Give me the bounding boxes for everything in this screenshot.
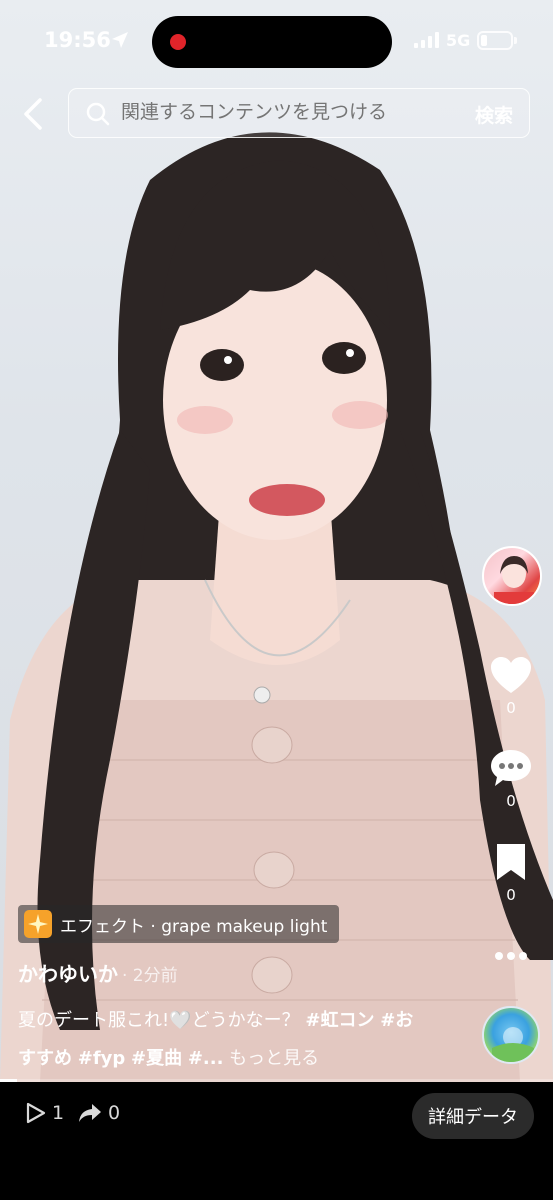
play-icon: [26, 1102, 46, 1124]
details-button[interactable]: 詳細データ: [412, 1093, 534, 1139]
battery-tip: [514, 37, 517, 44]
see-more-link[interactable]: もっと見る: [229, 1048, 319, 1069]
like-count: 0: [506, 699, 516, 717]
dynamic-island: [152, 16, 392, 68]
more-options-icon[interactable]: [494, 950, 528, 962]
status-bar: 19:56 5G: [0, 0, 553, 80]
effect-label: エフェクト · grape makeup light: [60, 916, 328, 937]
comment-bubble-icon[interactable]: [489, 748, 533, 788]
search-input[interactable]: [121, 101, 451, 123]
share-count-stat: 0: [78, 1102, 120, 1124]
caption-text: 夏のデート服これ!🤍どうかなー？: [18, 1010, 306, 1031]
hashtag[interactable]: #fyp: [78, 1048, 126, 1069]
search-icon: [86, 102, 110, 126]
save-count: 0: [506, 886, 516, 904]
search-button[interactable]: 検索: [475, 101, 513, 128]
cellular-signal-icon: [414, 32, 439, 48]
back-chevron-icon[interactable]: [18, 96, 48, 132]
username[interactable]: かわゆいか: [18, 962, 118, 986]
effect-sparkle-icon: [24, 910, 52, 938]
hashtag[interactable]: #虹コン: [305, 1010, 374, 1031]
like-action[interactable]: 0: [484, 655, 538, 717]
battery-icon: [477, 31, 513, 50]
hashtag[interactable]: #...: [188, 1048, 224, 1069]
author-line: かわゆいか · 2分前: [18, 958, 178, 987]
share-arrow-icon: [79, 1104, 101, 1122]
post-caption: 夏のデート服これ!🤍どうかなー？ #虹コン #おすすめ #fyp #夏曲 #..…: [18, 1002, 418, 1078]
bookmark-icon[interactable]: [489, 842, 533, 882]
comment-count: 0: [506, 792, 516, 810]
network-type: 5G: [446, 31, 471, 50]
share-count: 0: [108, 1102, 121, 1124]
play-count-stat: 1: [26, 1102, 64, 1124]
hashtag[interactable]: #夏曲: [131, 1048, 182, 1069]
post-time: · 2分前: [122, 966, 178, 986]
creator-avatar[interactable]: [482, 546, 542, 606]
sound-disc[interactable]: [482, 1006, 540, 1064]
heart-icon[interactable]: [489, 655, 533, 695]
bottom-stats-bar: 1 0 詳細データ: [0, 1082, 553, 1200]
location-arrow-icon: [112, 32, 128, 48]
save-action[interactable]: 0: [484, 842, 538, 904]
play-count: 1: [52, 1102, 65, 1124]
effect-chip[interactable]: エフェクト · grape makeup light: [18, 905, 340, 943]
status-time: 19:56: [44, 28, 111, 52]
search-bar[interactable]: 検索: [68, 88, 530, 138]
recording-indicator-icon: [170, 34, 186, 50]
comment-action[interactable]: 0: [484, 748, 538, 810]
